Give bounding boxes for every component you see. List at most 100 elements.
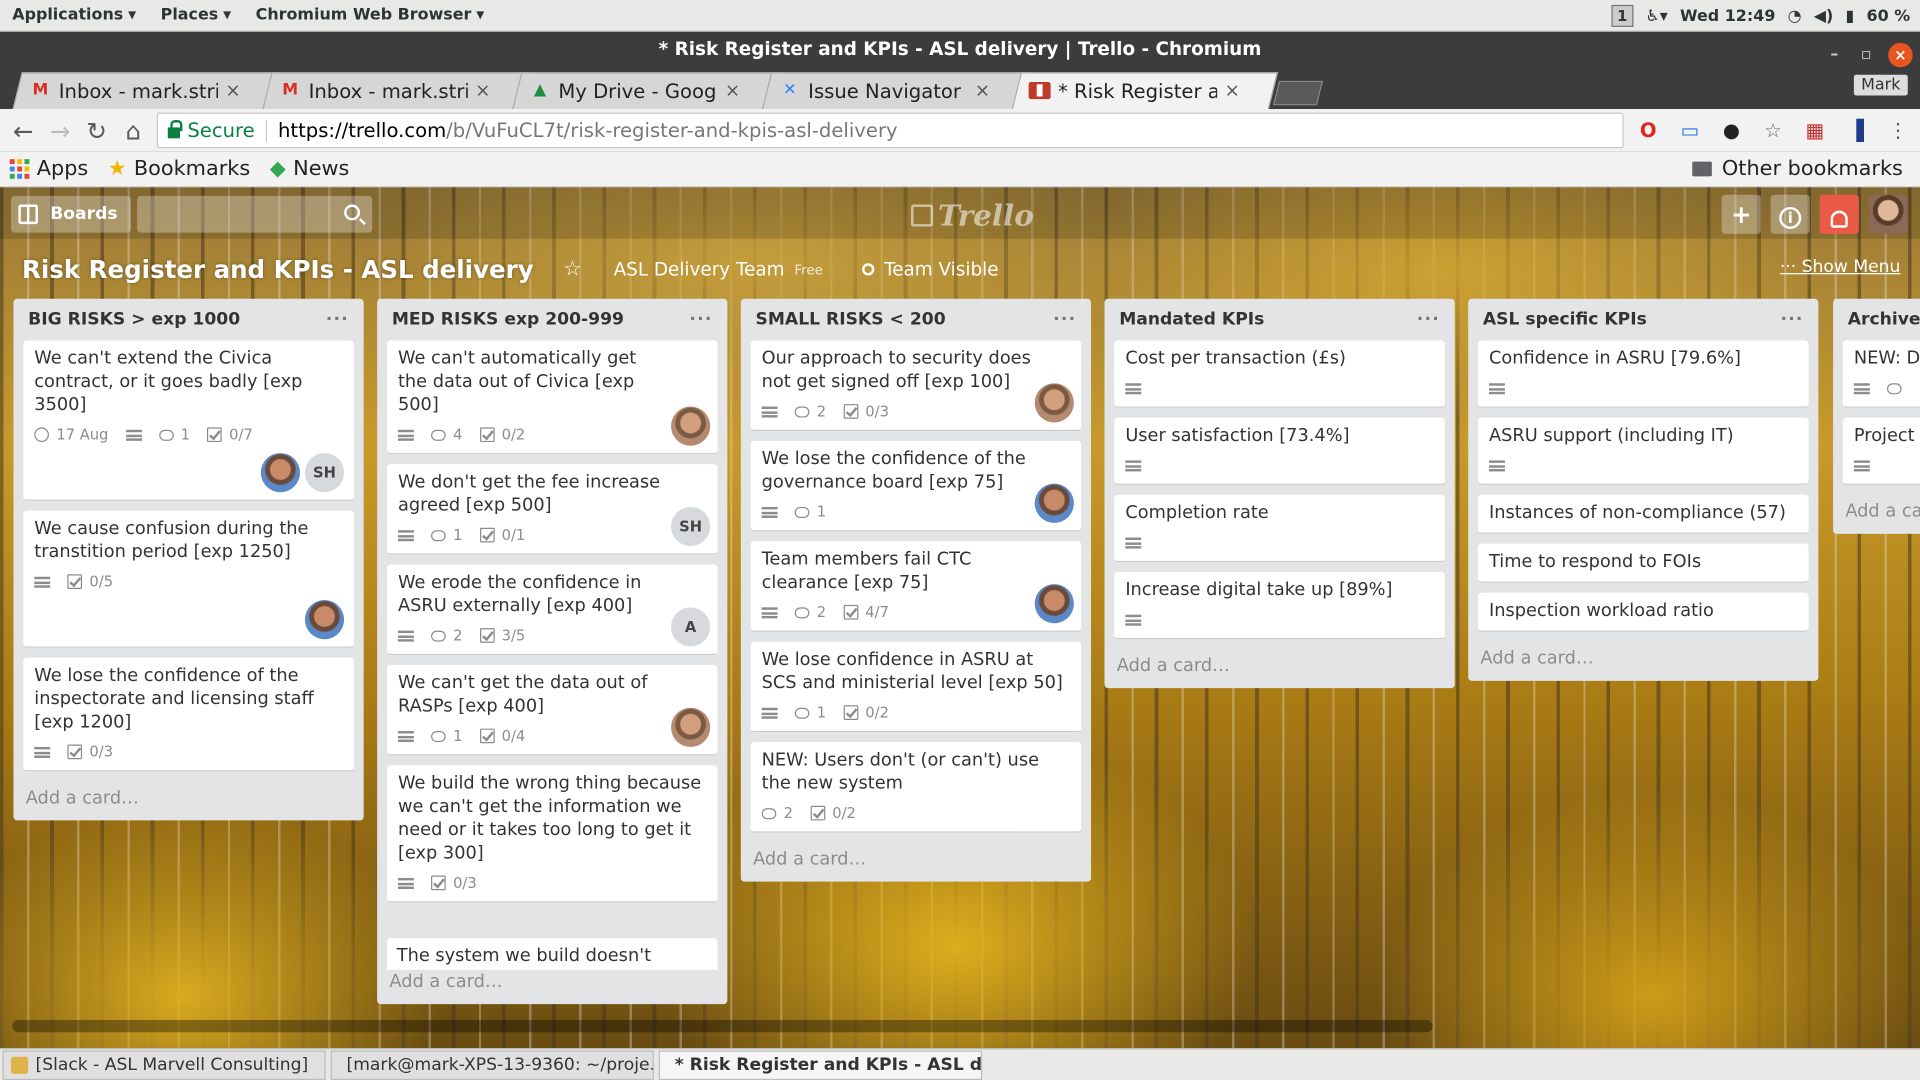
list-menu-icon[interactable]: ··· bbox=[326, 310, 349, 330]
card[interactable]: We can't automatically get the data out … bbox=[386, 340, 718, 455]
show-menu-link[interactable]: ··· Show Menu bbox=[1780, 257, 1901, 277]
card[interactable]: We lose confidence in ASRU at SCS and mi… bbox=[750, 641, 1082, 733]
add-card-button[interactable]: Add a card… bbox=[1468, 642, 1818, 681]
member-avatar[interactable] bbox=[1034, 383, 1074, 423]
other-bookmarks[interactable]: Other bookmarks bbox=[1692, 157, 1903, 181]
member-avatar[interactable]: A bbox=[671, 607, 711, 647]
member-avatar[interactable] bbox=[671, 406, 711, 446]
close-tab-icon[interactable]: × bbox=[225, 80, 240, 102]
card[interactable]: Our approach to security does not get si… bbox=[750, 340, 1082, 432]
audio-extension-icon[interactable]: ▐ bbox=[1844, 118, 1868, 142]
close-window-button[interactable]: × bbox=[1888, 42, 1913, 67]
card[interactable]: Project l bbox=[1842, 417, 1920, 485]
volume-icon[interactable]: ◀) bbox=[1814, 7, 1834, 25]
list-title[interactable]: Mandated KPIs bbox=[1119, 310, 1264, 330]
close-tab-icon[interactable]: × bbox=[475, 80, 490, 102]
card[interactable]: Increase digital take up [89%] bbox=[1114, 571, 1445, 640]
secure-indicator[interactable]: Secure bbox=[167, 119, 255, 142]
card[interactable]: We can't extend the Civica contract, or … bbox=[23, 340, 354, 501]
trello-logo[interactable]: Trello bbox=[911, 197, 1034, 233]
card[interactable]: Cost per transaction (£s) bbox=[1114, 340, 1445, 408]
member-avatar[interactable]: SH bbox=[304, 453, 345, 493]
taskbar-slack[interactable]: [Slack - ASL Marvell Consulting] bbox=[2, 1050, 326, 1080]
card[interactable]: We lose the confidence of the inspectora… bbox=[23, 657, 354, 772]
list-menu-icon[interactable]: ··· bbox=[1053, 310, 1076, 330]
taskbar-terminal[interactable]: [mark@mark-XPS-13-9360: ~/proje... bbox=[330, 1050, 654, 1080]
tab-risk-register[interactable]: ▮ * Risk Register an × bbox=[1028, 72, 1262, 109]
bookmark-bookmarks[interactable]: ★ Bookmarks bbox=[98, 157, 260, 181]
member-avatar[interactable]: SH bbox=[671, 506, 711, 547]
list-menu-icon[interactable]: ··· bbox=[689, 310, 712, 330]
places-menu[interactable]: Places ▾ bbox=[148, 6, 243, 24]
member-avatar[interactable] bbox=[1034, 483, 1074, 523]
wifi-icon[interactable]: ◔ bbox=[1788, 7, 1802, 25]
applications-menu[interactable]: Applications ▾ bbox=[0, 6, 148, 24]
taskbar-chromium[interactable]: * Risk Register and KPIs - ASL deliv... bbox=[658, 1050, 983, 1080]
notifications-button[interactable] bbox=[1819, 194, 1859, 234]
new-tab-button[interactable] bbox=[1272, 80, 1324, 106]
info-button[interactable]: i bbox=[1770, 194, 1810, 234]
color-picker-icon[interactable]: ● bbox=[1719, 118, 1743, 142]
tab-my-drive[interactable]: ▲ My Drive - Google × bbox=[529, 72, 762, 109]
cast-extension-icon[interactable]: ▭ bbox=[1678, 118, 1702, 142]
browser-app-menu[interactable]: Chromium Web Browser ▾ bbox=[243, 6, 496, 24]
list-menu-icon[interactable]: ··· bbox=[1780, 310, 1803, 330]
card[interactable]: ASRU support (including IT) bbox=[1477, 417, 1809, 485]
card[interactable]: We lose the confidence of the governance… bbox=[750, 440, 1082, 532]
grid-extension-icon[interactable]: ▦ bbox=[1802, 118, 1826, 142]
tab-inbox-1[interactable]: M Inbox - mark.strin × bbox=[29, 72, 262, 109]
card[interactable]: NEW: Users don't (or can't) use the new … bbox=[750, 742, 1082, 833]
visibility-button[interactable]: Team Visible bbox=[862, 258, 999, 280]
card[interactable]: Confidence in ASRU [79.6%] bbox=[1477, 340, 1809, 408]
add-card-button[interactable]: Add a card… bbox=[741, 842, 1091, 881]
card[interactable]: Team members fail CTC clearance [exp 75]… bbox=[750, 541, 1082, 632]
chrome-menu-icon[interactable]: ⋮ bbox=[1886, 118, 1910, 142]
tab-issue-navigator[interactable]: ✕ Issue Navigator - × bbox=[779, 72, 1012, 109]
member-avatar[interactable] bbox=[1034, 584, 1074, 624]
board-title[interactable]: Risk Register and KPIs - ASL delivery bbox=[22, 255, 534, 284]
close-tab-icon[interactable]: × bbox=[725, 80, 740, 102]
back-button[interactable]: ← bbox=[5, 116, 42, 145]
bookmark-apps[interactable]: Apps bbox=[0, 157, 98, 181]
board-search-input[interactable] bbox=[137, 195, 373, 233]
bookmark-news[interactable]: ◆ News bbox=[260, 157, 359, 181]
list-title[interactable]: ASL specific KPIs bbox=[1483, 310, 1647, 330]
member-avatar[interactable] bbox=[260, 453, 301, 493]
create-button[interactable]: + bbox=[1721, 194, 1761, 234]
boards-button[interactable]: Boards bbox=[11, 195, 132, 233]
add-card-button[interactable]: Add a card… bbox=[13, 781, 363, 820]
tab-inbox-2[interactable]: M Inbox - mark.strin × bbox=[279, 72, 512, 109]
battery-level[interactable]: 60 % bbox=[1867, 7, 1911, 25]
card[interactable]: User satisfaction [73.4%] bbox=[1114, 417, 1445, 485]
card[interactable]: We don't get the fee increase agreed [ex… bbox=[386, 464, 718, 555]
card[interactable]: We erode the confidence in ASRU external… bbox=[386, 564, 718, 656]
reload-button[interactable]: ↻ bbox=[78, 116, 115, 145]
member-avatar[interactable] bbox=[304, 600, 345, 640]
add-card-button[interactable]: Add a ca bbox=[1833, 495, 1920, 534]
profile-button[interactable]: Mark bbox=[1853, 74, 1908, 96]
address-bar[interactable]: Secure https://trello.com/b/VuFuCL7t/ris… bbox=[156, 112, 1624, 149]
bookmark-star-icon[interactable]: ☆ bbox=[1761, 118, 1785, 142]
member-avatar[interactable] bbox=[671, 707, 711, 747]
list-title[interactable]: BIG RISKS > exp 1000 bbox=[28, 310, 240, 330]
card[interactable]: Time to respond to FOIs bbox=[1477, 543, 1809, 583]
member-avatar[interactable] bbox=[1868, 194, 1908, 234]
list-title[interactable]: SMALL RISKS < 200 bbox=[756, 310, 946, 330]
opera-extension-icon[interactable]: O bbox=[1636, 118, 1660, 142]
team-button[interactable]: ASL Delivery Team Free bbox=[614, 258, 823, 280]
list-menu-icon[interactable]: ··· bbox=[1417, 310, 1440, 330]
card[interactable]: We build the wrong thing because we can'… bbox=[386, 765, 718, 903]
card[interactable]: We cause confusion during the transtitio… bbox=[23, 510, 354, 648]
clock[interactable]: Wed 12:49 bbox=[1680, 7, 1775, 25]
board-horizontal-scrollbar[interactable] bbox=[12, 1020, 1433, 1033]
forward-button[interactable]: → bbox=[42, 116, 79, 145]
workspace-indicator[interactable]: 1 bbox=[1611, 4, 1634, 27]
add-card-button[interactable]: Add a card… bbox=[377, 965, 515, 1004]
card[interactable]: Instances of non-compliance (57) bbox=[1477, 494, 1809, 534]
home-button[interactable]: ⌂ bbox=[115, 116, 152, 145]
card[interactable]: Inspection workload ratio bbox=[1477, 592, 1809, 632]
add-card-button[interactable]: Add a card… bbox=[1104, 649, 1454, 688]
list-title[interactable]: Archive bbox=[1848, 310, 1920, 330]
star-board-icon[interactable]: ☆ bbox=[563, 257, 582, 281]
list-title[interactable]: MED RISKS exp 200-999 bbox=[392, 310, 624, 330]
